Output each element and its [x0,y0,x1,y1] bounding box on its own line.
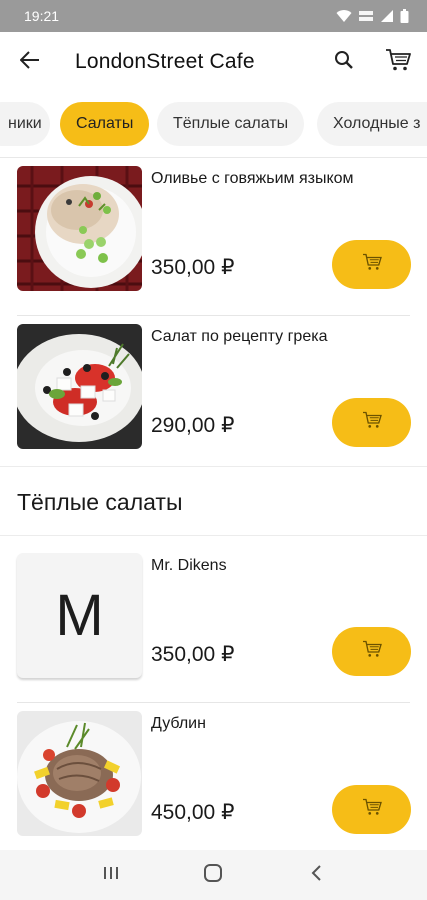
app-title: LondonStreet Cafe [75,50,255,73]
status-icons [336,9,409,23]
status-bar: 19:21 [0,0,427,32]
tab-label: ники [8,115,42,132]
product-card[interactable]: M Mr. Dikens 350,00 ₽ [0,545,427,703]
add-to-cart-button[interactable] [332,785,411,834]
product-price: 350,00 ₽ [151,643,235,666]
add-to-cart-button[interactable] [332,398,411,447]
recent-apps-button[interactable] [81,850,141,900]
recent-apps-icon [102,865,120,886]
cart-icon [362,411,382,434]
back-button[interactable] [0,32,60,92]
search-button[interactable] [319,32,369,92]
tab-category[interactable]: ники [0,102,50,146]
home-button[interactable] [183,850,243,900]
section-header: Тёплые салаты [0,466,427,536]
product-card[interactable]: Оливье с говяжьим языком 350,00 ₽ [0,158,427,316]
product-price: 290,00 ₽ [151,414,235,437]
tab-label: Холодные з [333,115,421,132]
product-name: Салат по рецепту грека [151,328,328,345]
arrow-left-icon [19,50,40,74]
back-icon [310,864,322,887]
app-bar: LondonStreet Cafe [0,32,427,92]
product-price: 350,00 ₽ [151,256,235,279]
placeholder-letter: M [55,583,104,648]
home-icon [203,863,223,888]
tab-cold-salads[interactable]: Холодные з [317,102,427,146]
product-image [17,166,142,291]
cart-icon [385,48,411,77]
add-to-cart-button[interactable] [332,240,411,289]
product-list: Оливье с говяжьим языком 350,00 ₽ Салат … [0,158,427,850]
battery-icon [400,9,409,23]
product-placeholder-image: M [17,553,142,678]
cart-icon [362,253,382,276]
add-to-cart-button[interactable] [332,627,411,676]
cart-button[interactable] [369,32,427,92]
cart-icon [362,798,382,821]
category-tabs: ники Салаты Тёплые салаты Холодные з [0,92,427,158]
product-image [17,324,142,449]
tab-warm-salads[interactable]: Тёплые салаты [157,102,305,146]
cart-icon [362,640,382,663]
signal-icon [380,9,394,23]
status-time: 19:21 [24,8,60,24]
tab-label: Тёплые салаты [173,115,289,132]
product-name: Дублин [151,715,206,732]
tab-salads[interactable]: Салаты [60,102,150,146]
volte-lte-icon [358,9,374,23]
product-card[interactable]: Дублин 450,00 ₽ [0,703,427,850]
back-nav-button[interactable] [286,850,346,900]
product-name: Mr. Dikens [151,557,227,574]
search-icon [334,50,354,75]
tab-label: Салаты [76,115,134,132]
product-card[interactable]: Салат по рецепту грека 290,00 ₽ [0,316,427,474]
wifi-icon [336,9,352,23]
product-image [17,711,142,836]
product-name: Оливье с говяжьим языком [151,170,354,187]
system-nav-bar [0,850,427,900]
section-title: Тёплые салаты [17,489,183,515]
product-price: 450,00 ₽ [151,801,235,824]
